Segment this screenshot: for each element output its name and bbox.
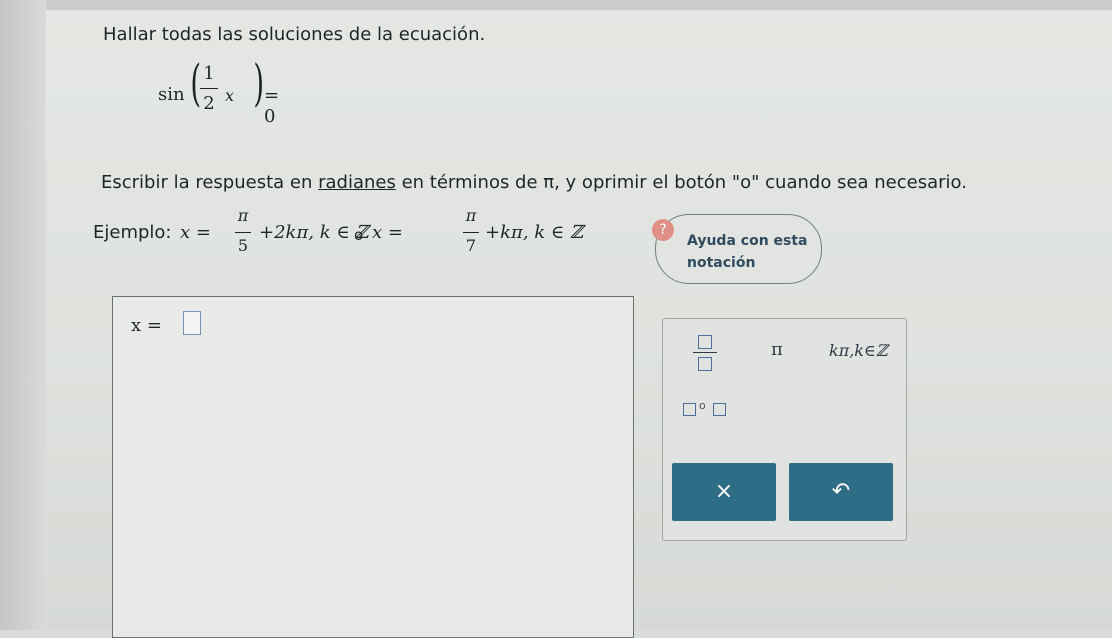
help-icon: ? <box>652 219 674 241</box>
right-paren: ) <box>253 54 265 112</box>
clear-button[interactable]: × <box>672 463 776 521</box>
or-key-symbol: o <box>699 399 706 412</box>
pi-key[interactable]: π <box>771 339 783 360</box>
instruction-before: Escribir la respuesta en <box>101 172 319 193</box>
fraction-key[interactable] <box>693 335 717 375</box>
example-frac2-bar <box>463 232 479 233</box>
fraction-key-top-box <box>698 335 712 349</box>
example-line: Ejemplo: x = π 5 +2kπ, k ∈ ℤ o x = π 7 +… <box>93 206 633 270</box>
top-strip <box>0 0 1112 10</box>
fraction-key-bar <box>693 352 717 353</box>
instruction-after: en términos de π, y oprimir el botón "o"… <box>395 172 967 193</box>
example-or: o <box>354 226 364 244</box>
notation-help-button[interactable]: ? Ayuda con esta notación <box>652 214 822 284</box>
example-x-eq-2: x = <box>372 222 403 243</box>
help-label: Ayuda con esta notación <box>687 233 808 271</box>
instruction-text: Escribir la respuesta en radianes en tér… <box>101 172 967 193</box>
example-frac1-den: 5 <box>237 236 249 255</box>
fraction-key-bottom-box <box>698 357 712 371</box>
answer-lhs: x = <box>131 315 162 336</box>
example-frac1-bar <box>235 232 251 233</box>
example-x-eq-1: x = <box>180 222 211 243</box>
answer-slot[interactable] <box>183 311 201 335</box>
undo-button[interactable]: ↶ <box>789 463 893 521</box>
example-frac1-num: π <box>237 206 249 225</box>
example-label: Ejemplo: <box>93 222 172 243</box>
or-key-left-box <box>683 403 696 416</box>
equation-rhs: = 0 <box>264 85 280 127</box>
answer-input-area[interactable]: x = <box>112 296 634 638</box>
equation-variable: x <box>225 86 235 105</box>
or-key[interactable]: o <box>683 399 729 417</box>
example-term-1: +2kπ, k ∈ ℤ <box>259 222 369 243</box>
example-term-2: +kπ, k ∈ ℤ <box>485 222 584 243</box>
radianes-link[interactable]: radianes <box>318 172 396 193</box>
question-prompt: Hallar todas las soluciones de la ecuaci… <box>103 24 486 45</box>
left-edge <box>0 0 46 630</box>
example-frac2-den: 7 <box>465 236 477 255</box>
fraction-denominator: 2 <box>203 93 215 114</box>
example-frac2-num: π <box>465 206 477 225</box>
math-keypad: π kπ,k∈ℤ o × ↶ <box>662 318 907 541</box>
equation-func: sin <box>158 84 185 105</box>
fraction-numerator: 1 <box>203 63 215 84</box>
fraction-bar <box>200 88 218 89</box>
k-pi-key[interactable]: kπ,k∈ℤ <box>829 341 888 360</box>
or-key-right-box <box>713 403 726 416</box>
